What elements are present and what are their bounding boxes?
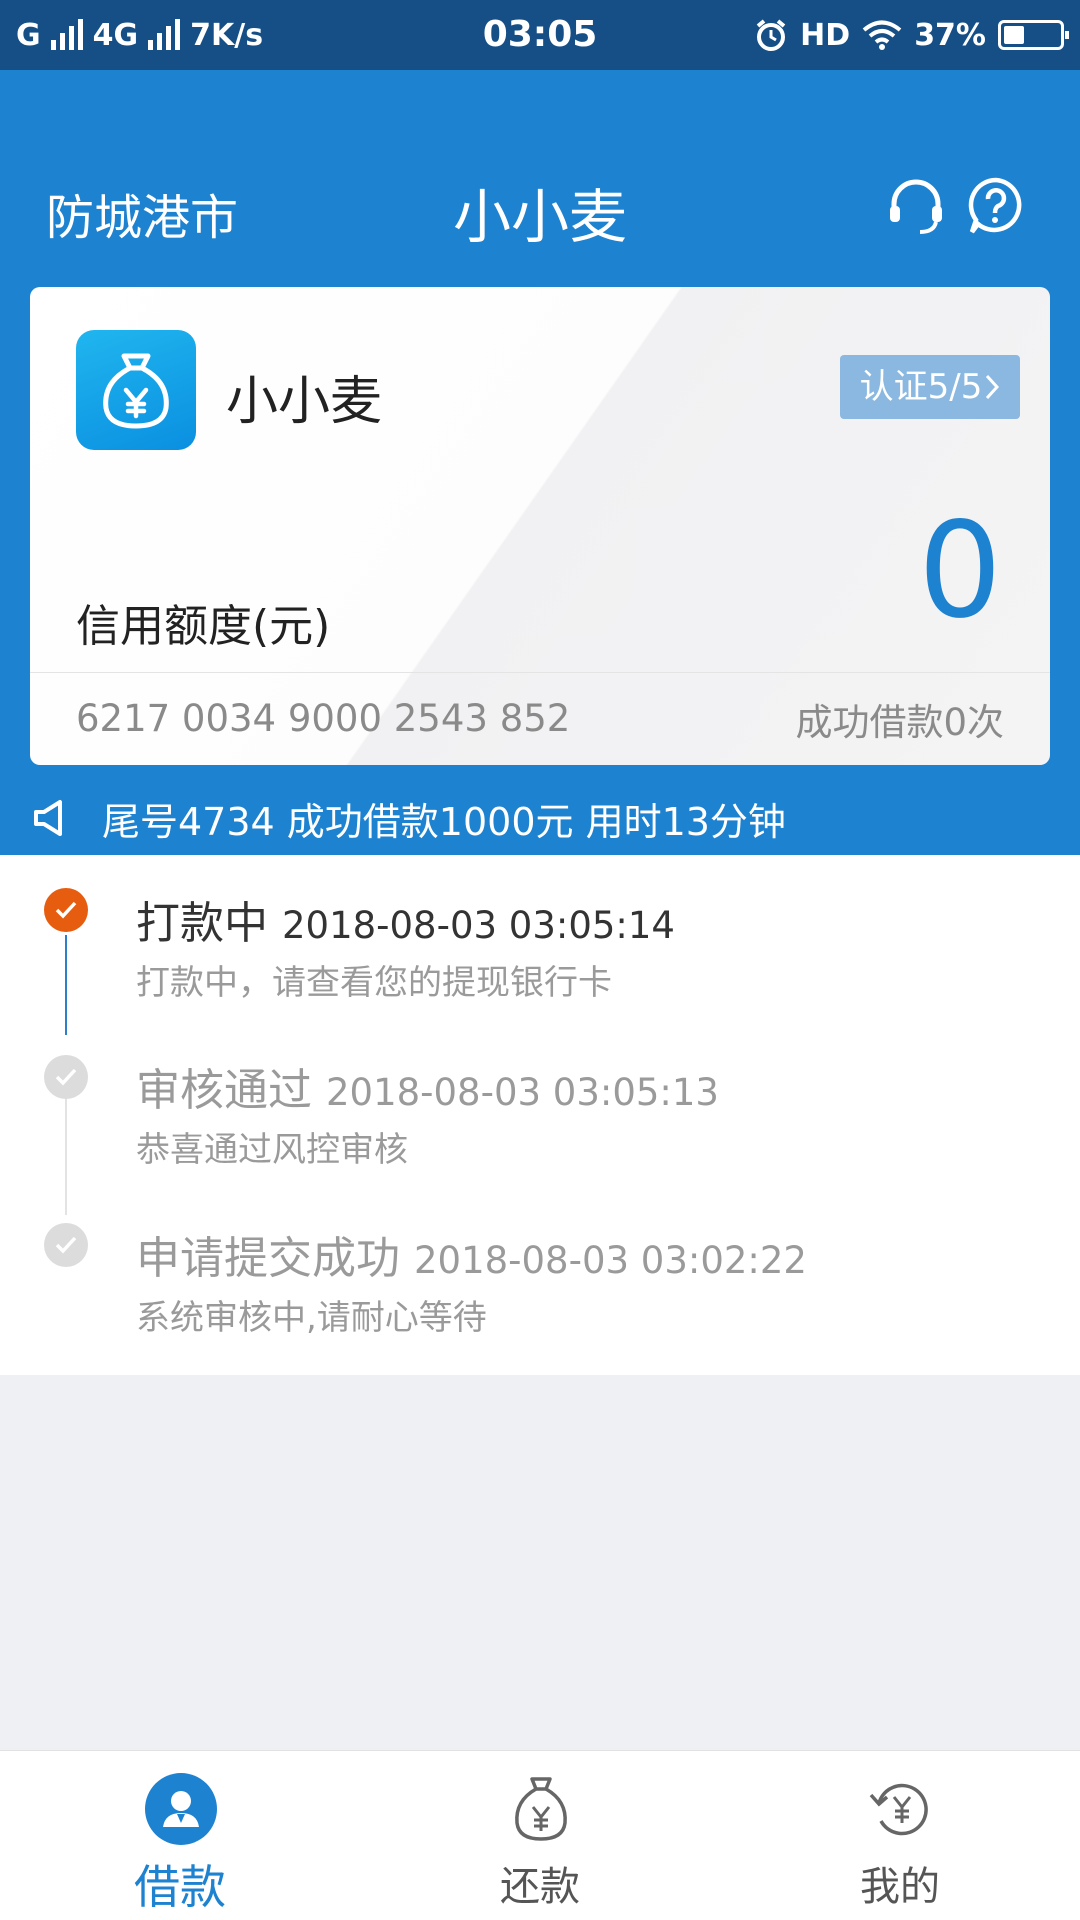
hd-badge: HD [800,17,851,53]
step-3-time: 2018-08-03 03:02:22 [414,1239,807,1282]
step-1-time: 2018-08-03 03:05:14 [282,904,675,947]
check-icon [44,1055,88,1099]
credit-limit-value: 0 [918,494,1002,648]
step-3-name: 申请提交成功 [136,1233,400,1284]
battery-icon [998,20,1069,50]
status-right: HD 37% [754,0,1069,70]
verify-label: 认证5/5 [859,367,983,407]
step-2-title: 审核通过 2018-08-03 03:05:13 [136,1054,719,1118]
step-2-name: 审核通过 [136,1065,312,1116]
bank-card-number: 6217 0034 9000 2543 852 [76,697,571,740]
step-3-desc: 系统审核中,请耐心等待 [136,1298,487,1338]
chevron-right-icon [986,374,1000,400]
check-icon-active [44,888,88,932]
product-name: 小小麦 [226,372,383,432]
step-2-desc: 恭喜通过风控审核 [136,1130,408,1170]
check-icon [44,1223,88,1267]
timeline-connector-active [65,935,67,1035]
tab-repay-label: 还款 [500,1864,580,1910]
wifi-icon [862,20,902,50]
tab-repay[interactable]: 还款 [360,1751,720,1920]
tab-mine-label: 我的 [860,1864,940,1910]
step-1-name: 打款中 [136,898,268,949]
loan-progress-timeline: 打款中 2018-08-03 03:05:14 打款中，请查看您的提现银行卡 审核… [0,855,1080,1375]
credit-card-panel: 小小麦 认证5/5 信用额度(元) 0 6217 0034 9000 2543 … [30,287,1050,765]
speaker-icon [34,800,62,836]
status-bar: G 4G 7K/s 03:05 HD 37% [0,0,1080,70]
timeline-connector [65,1085,67,1215]
success-loan-count: 成功借款0次 [795,701,1004,744]
borrow-user-icon [145,1773,217,1845]
battery-percent: 37% [914,17,986,53]
bottom-navigation: 借款 还款 我的 [0,1750,1080,1920]
mine-refresh-icon [869,1783,928,1836]
money-bag-icon [76,330,196,450]
tab-mine[interactable]: 我的 [720,1751,1080,1920]
verify-button[interactable]: 认证5/5 [840,355,1020,419]
credit-limit-label: 信用额度(元) [76,601,331,652]
repay-bag-icon [515,1777,567,1841]
tab-borrow-label: 借款 [134,1860,226,1914]
step-3-title: 申请提交成功 2018-08-03 03:02:22 [136,1222,807,1286]
notice-bar: 尾号4734 成功借款1000元 用时13分钟 [0,788,1080,848]
notice-text: 尾号4734 成功借款1000元 用时13分钟 [102,799,786,844]
tab-borrow[interactable]: 借款 [0,1751,360,1920]
step-1-title: 打款中 2018-08-03 03:05:14 [136,887,675,951]
step-1-desc: 打款中，请查看您的提现银行卡 [136,963,612,1003]
alarm-icon [756,19,786,51]
help-icon[interactable] [964,174,1028,238]
step-2-time: 2018-08-03 03:05:13 [326,1071,719,1114]
headset-icon[interactable] [884,174,948,238]
card-divider [30,672,1050,673]
